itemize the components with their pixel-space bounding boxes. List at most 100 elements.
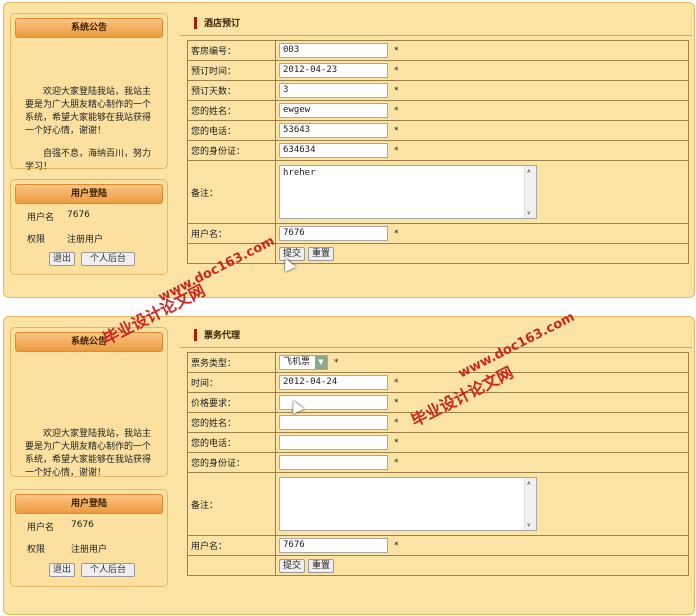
field-label: 预订天数： (187, 80, 276, 101)
required-mark: * (394, 417, 399, 428)
textarea-scrollbar[interactable]: ▲ ▼ (524, 166, 536, 218)
form-header: 票务代理 (180, 323, 692, 348)
notice-text: 欢迎大家登陆我站，我站主要是为广大朋友精心制作的一个系统，希望大家能够在我站获得… (25, 428, 159, 490)
ticket-form-area: 票务代理 票务类型： 飞机票 ▼ * 时间： 2012-04-24 * 价格要求： *… (180, 323, 692, 609)
form-row: 票务类型： 飞机票 ▼ * (187, 352, 689, 373)
textarea-scrollbar[interactable]: ▲ ▼ (524, 478, 536, 530)
logout-button[interactable]: 退出 (49, 563, 75, 577)
field-label: 您的姓名： (187, 412, 276, 433)
login-row-username: 用户名 7676 (27, 520, 94, 533)
date-input[interactable]: 2012-04-24 (279, 375, 388, 390)
phone-input[interactable]: 53643 (279, 123, 388, 138)
button-cell: 提交 重置 (275, 243, 689, 264)
required-mark: * (394, 145, 399, 156)
notice-paragraph: 欢迎大家登陆我站，我站主要是为广大朋友精心制作的一个系统，希望大家能够在我站获得… (25, 87, 152, 136)
id-card-input[interactable] (279, 455, 388, 470)
field-label: 备注： (187, 472, 276, 536)
scroll-up-icon[interactable]: ▲ (527, 167, 531, 174)
title-bar-mark (194, 329, 197, 341)
login-title: 用户登陆 (15, 494, 163, 514)
field-label: 您的电话： (187, 120, 276, 141)
login-label: 权限 (27, 235, 46, 245)
login-value: 7676 (67, 210, 90, 220)
field-label: 备注： (187, 160, 276, 224)
ticket-form-table: 票务类型： 飞机票 ▼ * 时间： 2012-04-24 * 价格要求： * 您的姓名… (187, 352, 689, 576)
field-label: 预订时间： (187, 60, 276, 81)
logout-button[interactable]: 退出 (49, 252, 75, 266)
field-cell: * (275, 432, 689, 453)
notice-text: 欢迎大家登陆我站，我站主要是为广大朋友精心制作的一个系统，希望大家能够在我站获得… (25, 86, 159, 184)
chevron-down-icon[interactable]: ▼ (315, 356, 327, 369)
field-label: 您的身份证： (187, 452, 276, 473)
login-value: 7676 (71, 520, 94, 530)
scroll-down-icon[interactable]: ▼ (527, 522, 531, 529)
notice-box: 系统公告 欢迎大家登陆我站，我站主要是为广大朋友精心制作的一个系统，希望大家能够… (10, 13, 168, 172)
login-box: 用户登陆 用户名 7676 权限 注册用户 退出 个人后台 (10, 179, 168, 275)
ticket-type-select[interactable]: 飞机票 ▼ (279, 355, 328, 370)
required-mark: * (394, 437, 399, 448)
personal-backend-button[interactable]: 个人后台 (81, 252, 135, 266)
required-mark: * (394, 85, 399, 96)
username-input[interactable]: 7676 (279, 538, 388, 553)
field-cell: hreher ▲ ▼ (275, 160, 689, 224)
login-value: 注册用户 (67, 235, 104, 245)
scroll-down-icon[interactable]: ▼ (527, 210, 531, 217)
form-header: 酒店预订 (180, 11, 692, 36)
notice-box: 系统公告 欢迎大家登陆我站，我站主要是为广大朋友精心制作的一个系统，希望大家能够… (10, 327, 168, 478)
reset-button[interactable]: 重置 (308, 558, 335, 573)
login-value: 注册用户 (71, 545, 108, 555)
form-row: 您的电话： 53643 * (187, 120, 689, 141)
notice-paragraph: 自强不息，海纳百川，努力学习！ (25, 149, 152, 172)
field-cell: 3 * (275, 80, 689, 101)
login-label: 用户名 (27, 523, 55, 533)
field-cell: 7676 * (275, 223, 689, 244)
username-input[interactable]: 7676 (279, 226, 388, 241)
form-row: 客房编号： 003 * (187, 40, 689, 61)
field-label: 客房编号： (187, 40, 276, 61)
remark-textarea[interactable]: ▲ ▼ (279, 477, 537, 531)
remark-text: hreher (283, 168, 316, 178)
form-row: 备注： ▲ ▼ (187, 472, 689, 536)
reset-button[interactable]: 重置 (308, 246, 335, 261)
booking-date-input[interactable]: 2012-04-23 (279, 63, 388, 78)
field-label: 您的电话： (187, 432, 276, 453)
required-mark: * (394, 540, 399, 551)
form-row: 用户名： 7676 * (187, 535, 689, 556)
field-label: 价格要求： (187, 392, 276, 413)
field-label: 您的姓名： (187, 100, 276, 121)
field-label: 您的身份证： (187, 140, 276, 161)
scroll-up-icon[interactable]: ▲ (527, 479, 531, 486)
login-row-role: 权限 注册用户 (27, 232, 103, 245)
field-cell: 634634 * (275, 140, 689, 161)
remark-textarea[interactable]: hreher ▲ ▼ (279, 165, 537, 219)
field-label: 时间： (187, 372, 276, 393)
required-mark: * (394, 228, 399, 239)
login-box: 用户登陆 用户名 7676 权限 注册用户 退出 个人后台 (10, 489, 168, 587)
booking-days-input[interactable]: 3 (279, 83, 388, 98)
ticket-type-value: 飞机票 (283, 357, 311, 367)
empty-cell (187, 555, 276, 576)
id-card-input[interactable]: 634634 (279, 143, 388, 158)
login-title: 用户登陆 (15, 184, 163, 204)
form-row: 提交 重置 (187, 555, 689, 576)
notice-title: 系统公告 (15, 18, 163, 38)
name-input[interactable] (279, 415, 388, 430)
field-cell: 53643 * (275, 120, 689, 141)
form-row: 预订时间： 2012-04-23 * (187, 60, 689, 81)
form-row: 预订天数： 3 * (187, 80, 689, 101)
button-cell: 提交 重置 (275, 555, 689, 576)
required-mark: * (394, 397, 399, 408)
form-row: 时间： 2012-04-24 * (187, 372, 689, 393)
name-input[interactable]: ewgew (279, 103, 388, 118)
login-label: 权限 (27, 545, 46, 555)
phone-input[interactable] (279, 435, 388, 450)
form-row: 您的身份证： 634634 * (187, 140, 689, 161)
room-number-input[interactable]: 003 (279, 43, 388, 58)
field-cell: 2012-04-23 * (275, 60, 689, 81)
form-row: 您的电话： * (187, 432, 689, 453)
required-mark: * (394, 457, 399, 468)
submit-button[interactable]: 提交 (279, 558, 306, 573)
required-mark: * (394, 377, 399, 388)
hotel-form-table: 客房编号： 003 * 预订时间： 2012-04-23 * 预订天数： 3 * 您的… (187, 40, 689, 264)
personal-backend-button[interactable]: 个人后台 (81, 563, 135, 577)
